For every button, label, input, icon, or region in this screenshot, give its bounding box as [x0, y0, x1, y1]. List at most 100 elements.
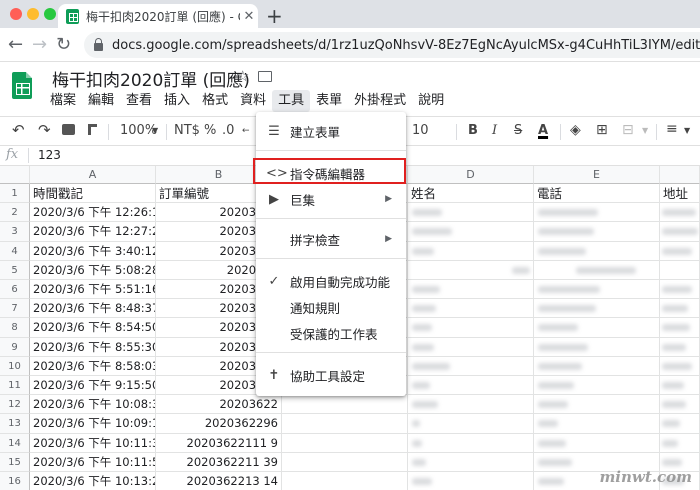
- cell-timestamp[interactable]: 2020/3/6 下午 10:08:36: [30, 395, 156, 415]
- font-size-select[interactable]: 10: [412, 123, 429, 138]
- row-header[interactable]: 13: [0, 414, 30, 434]
- cell-order-no[interactable]: 20203622111 9: [156, 433, 282, 453]
- cell-timestamp[interactable]: 2020/3/6 下午 8:54:50: [30, 318, 156, 338]
- cell-timestamp[interactable]: 2020/3/6 下午 12:27:28: [30, 222, 156, 242]
- cell-name[interactable]: [408, 433, 534, 453]
- percent-button[interactable]: %: [204, 123, 216, 138]
- row-header[interactable]: 3: [0, 222, 30, 242]
- row-header[interactable]: 2: [0, 203, 30, 223]
- row-header[interactable]: 4: [0, 241, 30, 261]
- align-dropdown-icon[interactable]: ▼: [684, 126, 690, 135]
- menu-format[interactable]: 格式: [196, 90, 234, 112]
- cell-timestamp[interactable]: 2020/3/6 下午 10:11:30: [30, 433, 156, 453]
- align-icon[interactable]: ≡: [666, 121, 678, 137]
- col-header-e[interactable]: E: [534, 166, 660, 184]
- strikethrough-icon[interactable]: S: [514, 123, 522, 138]
- header-cell-name[interactable]: 姓名: [408, 184, 534, 204]
- row-header[interactable]: 9: [0, 337, 30, 357]
- cell-timestamp[interactable]: 2020/3/6 下午 12:26:15: [30, 203, 156, 223]
- decrease-decimal-button[interactable]: .0: [222, 123, 234, 138]
- menu-item-accessibility[interactable]: ✝ 協助工具設定: [256, 362, 406, 388]
- forward-icon[interactable]: →: [32, 34, 47, 55]
- menu-item-create-form[interactable]: ☰ 建立表單: [256, 118, 406, 144]
- formula-input[interactable]: 123: [38, 148, 61, 162]
- menu-item-protected-sheets[interactable]: 受保護的工作表: [256, 320, 406, 346]
- star-icon[interactable]: ☆: [236, 67, 249, 85]
- reload-icon[interactable]: ↻: [56, 34, 71, 55]
- cell-timestamp[interactable]: 2020/3/6 下午 10:11:50: [30, 452, 156, 472]
- row-header[interactable]: 6: [0, 280, 30, 300]
- row-header[interactable]: 10: [0, 356, 30, 376]
- cell-name[interactable]: [408, 414, 534, 434]
- close-tab-icon[interactable]: ✕: [240, 9, 258, 24]
- close-window-icon[interactable]: [10, 8, 22, 20]
- cell-timestamp[interactable]: 2020/3/6 下午 3:40:12: [30, 241, 156, 261]
- cell[interactable]: [282, 414, 408, 434]
- header-cell-phone[interactable]: 電話: [534, 184, 660, 204]
- row-header[interactable]: 12: [0, 395, 30, 415]
- row-header[interactable]: 11: [0, 376, 30, 396]
- undo-icon[interactable]: ↶: [12, 121, 25, 139]
- cell-timestamp[interactable]: 2020/3/6 下午 5:08:28: [30, 260, 156, 280]
- menu-help[interactable]: 說明: [412, 90, 450, 112]
- cell-timestamp[interactable]: 2020/3/6 下午 10:09:13: [30, 414, 156, 434]
- header-cell-timestamp[interactable]: 時間戳記: [30, 184, 156, 204]
- cell[interactable]: [282, 472, 408, 490]
- move-folder-icon[interactable]: [258, 71, 272, 82]
- cell[interactable]: [282, 452, 408, 472]
- maximize-window-icon[interactable]: [44, 8, 56, 20]
- paint-format-icon[interactable]: [88, 124, 97, 135]
- select-all-corner[interactable]: [0, 166, 30, 184]
- minimize-window-icon[interactable]: [27, 8, 39, 20]
- row-header[interactable]: 7: [0, 299, 30, 319]
- cell-timestamp[interactable]: 2020/3/6 下午 10:13:20: [30, 472, 156, 490]
- cell-order-no[interactable]: 2020362211 39: [156, 452, 282, 472]
- col-header-f[interactable]: [660, 166, 700, 184]
- col-header-d[interactable]: D: [408, 166, 534, 184]
- col-header-a[interactable]: A: [30, 166, 156, 184]
- cell-address[interactable]: [660, 260, 700, 280]
- cell-timestamp[interactable]: 2020/3/6 下午 8:58:03: [30, 356, 156, 376]
- cell-timestamp[interactable]: 2020/3/6 下午 8:55:30: [30, 337, 156, 357]
- sheets-logo-icon[interactable]: [12, 72, 32, 99]
- borders-icon[interactable]: ⊞: [596, 122, 608, 138]
- text-color-icon[interactable]: A: [538, 123, 548, 138]
- menu-item-notification-rules[interactable]: 通知規則: [256, 294, 406, 320]
- row-header[interactable]: 8: [0, 318, 30, 338]
- cell[interactable]: [282, 433, 408, 453]
- new-tab-icon[interactable]: +: [266, 4, 283, 28]
- url-input[interactable]: docs.google.com/spreadsheets/d/1rz1uzQoN…: [84, 32, 700, 58]
- cell-name[interactable]: [408, 452, 534, 472]
- zoom-dropdown-icon[interactable]: ▼: [152, 126, 158, 135]
- menu-data[interactable]: 資料: [234, 90, 272, 112]
- menu-item-macros[interactable]: ▶ 巨集 ▶: [256, 186, 406, 212]
- print-icon[interactable]: [62, 124, 75, 135]
- cell-timestamp[interactable]: 2020/3/6 下午 8:48:37: [30, 299, 156, 319]
- menu-item-autocomplete[interactable]: ✓ 啟用自動完成功能: [256, 268, 406, 294]
- cell-timestamp[interactable]: 2020/3/6 下午 5:51:16: [30, 280, 156, 300]
- merge-cells-icon[interactable]: ⊟: [622, 122, 634, 138]
- row-header[interactable]: 14: [0, 433, 30, 453]
- redo-icon[interactable]: ↷: [38, 121, 51, 139]
- italic-icon[interactable]: I: [492, 123, 497, 138]
- cell[interactable]: [282, 395, 408, 415]
- row-header[interactable]: 1: [0, 184, 30, 204]
- cell-order-no[interactable]: 20203622: [156, 395, 282, 415]
- back-icon[interactable]: ←: [8, 34, 23, 55]
- browser-tab[interactable]: 梅干扣肉2020訂單 (回應) - Goo ✕: [58, 4, 258, 28]
- menu-item-spellcheck[interactable]: 拼字檢查 ▶: [256, 226, 406, 252]
- menu-form[interactable]: 表單: [310, 90, 348, 112]
- menu-tools[interactable]: 工具: [272, 90, 311, 112]
- currency-button[interactable]: NT$: [174, 123, 200, 138]
- menu-view[interactable]: 查看: [120, 90, 158, 112]
- menu-file[interactable]: 檔案: [44, 90, 82, 112]
- row-header[interactable]: 15: [0, 452, 30, 472]
- header-cell-address[interactable]: 地址: [660, 184, 700, 204]
- cell-timestamp[interactable]: 2020/3/6 下午 9:15:50: [30, 376, 156, 396]
- menu-insert[interactable]: 插入: [158, 90, 196, 112]
- bold-icon[interactable]: B: [468, 123, 478, 138]
- row-header[interactable]: 16: [0, 472, 30, 490]
- menu-addons[interactable]: 外掛程式: [348, 90, 412, 112]
- fill-color-icon[interactable]: ◈: [570, 122, 581, 138]
- menu-edit[interactable]: 編輯: [82, 90, 120, 112]
